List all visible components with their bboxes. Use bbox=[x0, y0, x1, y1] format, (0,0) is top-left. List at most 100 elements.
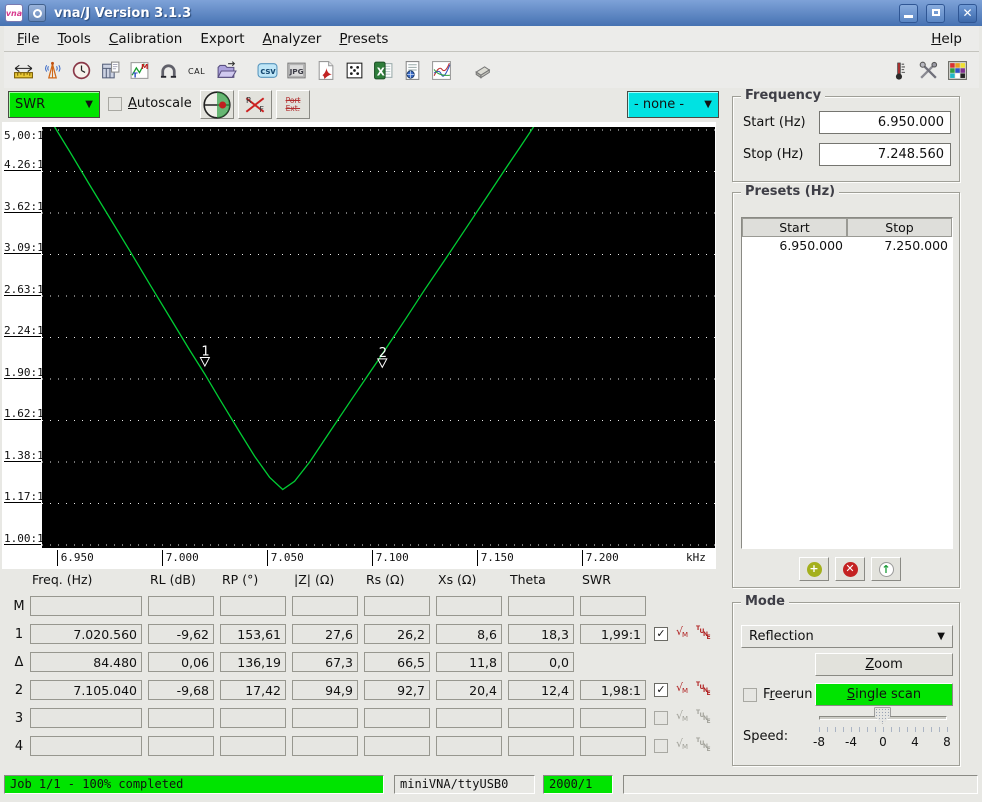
eraser-icon[interactable] bbox=[469, 57, 495, 83]
cell-1-6[interactable]: 18,3 bbox=[508, 624, 574, 644]
autoscale-checkbox[interactable] bbox=[108, 96, 122, 111]
chart-curves-icon[interactable] bbox=[428, 57, 454, 83]
cell-M-6[interactable] bbox=[508, 596, 574, 616]
single-scan-button[interactable]: Single scan bbox=[815, 683, 953, 706]
cell-M-0[interactable] bbox=[30, 596, 142, 616]
menu-file[interactable]: File bbox=[10, 27, 51, 51]
speed-slider-thumb[interactable] bbox=[874, 707, 891, 724]
cell-1-3[interactable]: 27,6 bbox=[292, 624, 358, 644]
magnet-icon[interactable] bbox=[155, 57, 181, 83]
smith-chart-button[interactable] bbox=[200, 90, 234, 119]
cell-3-5[interactable] bbox=[436, 708, 502, 728]
cell-M-7[interactable] bbox=[580, 596, 646, 616]
cal-icon[interactable]: CAL bbox=[184, 57, 210, 83]
overlay-select[interactable]: - none - ▼ bbox=[627, 91, 719, 118]
chart-marker-1[interactable]: 1 bbox=[199, 345, 211, 368]
cell-1-1[interactable]: -9,62 bbox=[148, 624, 214, 644]
trace-select[interactable]: SWR ▼ bbox=[8, 91, 100, 118]
tune-icon-3[interactable]: TUNE bbox=[696, 709, 712, 725]
maximize-button[interactable] bbox=[926, 3, 945, 23]
cell-Δ-3[interactable]: 67,3 bbox=[292, 652, 358, 672]
cell-2-5[interactable]: 20,4 bbox=[436, 680, 502, 700]
export-snp-dice-icon[interactable] bbox=[341, 57, 367, 83]
cell-3-3[interactable] bbox=[292, 708, 358, 728]
export-csv-icon[interactable]: csv bbox=[254, 57, 280, 83]
menu-presets[interactable]: Presets bbox=[332, 27, 399, 51]
clock-icon[interactable] bbox=[68, 57, 94, 83]
cell-4-5[interactable] bbox=[436, 736, 502, 756]
chart-marker-2[interactable]: 2 bbox=[376, 346, 388, 369]
preset-cell[interactable]: 7.250.000 bbox=[847, 237, 952, 255]
open-calibration-folder-icon[interactable] bbox=[213, 57, 239, 83]
cell-2-7[interactable]: 1,98:1 bbox=[580, 680, 646, 700]
start-hz-field[interactable]: 6.950.000 bbox=[819, 111, 951, 134]
cell-1-4[interactable]: 26,2 bbox=[364, 624, 430, 644]
minimize-button[interactable] bbox=[899, 3, 918, 23]
cell-M-1[interactable] bbox=[148, 596, 214, 616]
menu-tools[interactable]: Tools bbox=[51, 27, 102, 51]
menu-help[interactable]: Help bbox=[924, 27, 973, 51]
cell-2-6[interactable]: 12,4 bbox=[508, 680, 574, 700]
sqrt-marker-icon-2[interactable]: √M bbox=[676, 681, 692, 697]
cell-4-6[interactable] bbox=[508, 736, 574, 756]
cell-4-1[interactable] bbox=[148, 736, 214, 756]
zoom-button[interactable]: Zoom bbox=[815, 653, 953, 676]
cell-1-5[interactable]: 8,6 bbox=[436, 624, 502, 644]
cell-1-0[interactable]: 7.020.560 bbox=[30, 624, 142, 644]
cell-1-2[interactable]: 153,61 bbox=[220, 624, 286, 644]
marker-tune-icon[interactable]: MT bbox=[126, 57, 152, 83]
cell-2-2[interactable]: 17,42 bbox=[220, 680, 286, 700]
tune-icon-2[interactable]: TUNE bbox=[696, 681, 712, 697]
calculator-icon[interactable] bbox=[97, 57, 123, 83]
cell-2-4[interactable]: 92,7 bbox=[364, 680, 430, 700]
apply-preset-button[interactable]: ↑ bbox=[871, 557, 901, 581]
menu-analyzer[interactable]: Analyzer bbox=[256, 27, 333, 51]
cell-4-4[interactable] bbox=[364, 736, 430, 756]
sqrt-marker-icon-4[interactable]: √M bbox=[676, 737, 692, 753]
sqrt-marker-icon-1[interactable]: √M bbox=[676, 625, 692, 641]
export-xls-icon[interactable]: X bbox=[370, 57, 396, 83]
cell-2-1[interactable]: -9,68 bbox=[148, 680, 214, 700]
cell-4-2[interactable] bbox=[220, 736, 286, 756]
add-preset-button[interactable]: + bbox=[799, 557, 829, 581]
plot-area[interactable]: 12 bbox=[42, 127, 715, 548]
cell-4-7[interactable] bbox=[580, 736, 646, 756]
port-extension-button[interactable]: Port Ext. bbox=[276, 90, 310, 119]
cell-M-2[interactable] bbox=[220, 596, 286, 616]
settings-tools-icon[interactable] bbox=[915, 57, 941, 83]
cell-Δ-0[interactable]: 84.480 bbox=[30, 652, 142, 672]
preset-cell[interactable]: 6.950.000 bbox=[742, 237, 847, 255]
marker-visible-checkbox-1[interactable]: ✓ bbox=[654, 627, 668, 641]
thermometer-icon[interactable] bbox=[886, 57, 912, 83]
delete-preset-button[interactable]: ✕ bbox=[835, 557, 865, 581]
frequency-sweep-icon[interactable] bbox=[10, 57, 36, 83]
cell-M-4[interactable] bbox=[364, 596, 430, 616]
cell-3-4[interactable] bbox=[364, 708, 430, 728]
cell-2-3[interactable]: 94,9 bbox=[292, 680, 358, 700]
close-button[interactable]: ✕ bbox=[958, 3, 977, 23]
mode-select[interactable]: Reflection ▼ bbox=[741, 625, 953, 648]
cell-M-5[interactable] bbox=[436, 596, 502, 616]
cell-3-1[interactable] bbox=[148, 708, 214, 728]
cell-Δ-5[interactable]: 11,8 bbox=[436, 652, 502, 672]
cell-3-0[interactable] bbox=[30, 708, 142, 728]
cell-M-3[interactable] bbox=[292, 596, 358, 616]
stop-hz-field[interactable]: 7.248.560 bbox=[819, 143, 951, 166]
marker-rf-toggle-button[interactable]: R F bbox=[238, 90, 272, 119]
palette-icon[interactable] bbox=[944, 57, 970, 83]
menu-export[interactable]: Export bbox=[193, 27, 255, 51]
cell-1-7[interactable]: 1,99:1 bbox=[580, 624, 646, 644]
tune-icon-4[interactable]: TUNE bbox=[696, 737, 712, 753]
cell-3-7[interactable] bbox=[580, 708, 646, 728]
tune-icon-1[interactable]: TUNE bbox=[696, 625, 712, 641]
cell-Δ-6[interactable]: 0,0 bbox=[508, 652, 574, 672]
menu-calibration[interactable]: Calibration bbox=[102, 27, 193, 51]
cell-4-0[interactable] bbox=[30, 736, 142, 756]
export-pdf-icon[interactable] bbox=[312, 57, 338, 83]
cell-Δ-4[interactable]: 66,5 bbox=[364, 652, 430, 672]
marker-visible-checkbox-4[interactable] bbox=[654, 739, 668, 753]
autoscale-control[interactable]: Autoscale bbox=[108, 96, 192, 111]
cell-4-3[interactable] bbox=[292, 736, 358, 756]
marker-visible-checkbox-3[interactable] bbox=[654, 711, 668, 725]
freerun-control[interactable]: Freerun bbox=[743, 687, 812, 702]
